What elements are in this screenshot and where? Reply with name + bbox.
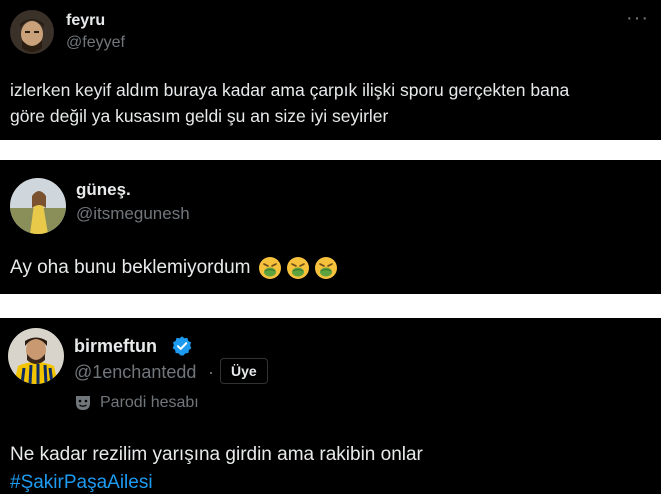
avatar[interactable]	[8, 328, 64, 384]
author-name[interactable]: feyru	[66, 12, 105, 30]
tweet-text-line-1: izlerken keyif aldım buraya kadar ama ça…	[10, 80, 570, 100]
more-horizontal-icon[interactable]: ···	[626, 8, 649, 28]
tweet-text-content: Ay oha bunu beklemiyordum	[10, 257, 251, 278]
verified-badge-icon	[172, 336, 192, 356]
avatar[interactable]	[10, 10, 54, 54]
author-handle[interactable]: @1enchantedd	[74, 362, 196, 383]
author-name[interactable]: birmeftun	[74, 336, 157, 357]
author-name[interactable]: güneş.	[76, 180, 131, 200]
nauseated-face-icon	[315, 257, 338, 279]
tweet-card-feyru: feyru @feyyef ··· izlerken keyif aldım b…	[0, 0, 661, 140]
tweet-text: Ay oha bunu beklemiyordum	[10, 256, 338, 280]
tweet-card-gunes: güneş. @itsmegunesh Ay oha bunu beklemiy…	[0, 160, 661, 294]
avatar[interactable]	[10, 178, 66, 234]
emoji-group	[258, 256, 338, 280]
hashtag-link[interactable]: #ŞakirPaşaAilesi	[10, 472, 153, 494]
author-handle[interactable]: @itsmegunesh	[76, 204, 190, 224]
tweet-text-line-2: göre değil ya kusasım geldi şu an size i…	[10, 106, 389, 126]
nauseated-face-icon	[259, 257, 282, 279]
theater-mask-icon	[76, 396, 90, 410]
author-handle[interactable]: @feyyef	[66, 34, 125, 52]
separator-dot: ·	[208, 362, 214, 382]
subscriber-badge[interactable]: Üye	[220, 358, 268, 384]
parody-label: Parodi hesabı	[100, 394, 199, 411]
nauseated-face-icon	[287, 257, 310, 279]
tweet-text: Ne kadar rezilim yarışına girdin ama rak…	[10, 444, 423, 465]
tweet-card-birmeftun: birmeftun @1enchantedd · Üye Parodi hesa…	[0, 318, 661, 494]
